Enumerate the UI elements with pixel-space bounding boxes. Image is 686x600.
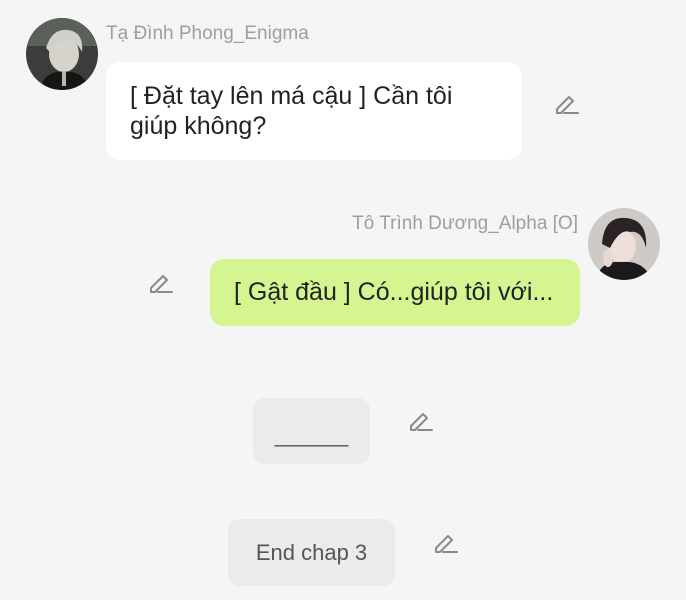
narration-bubble[interactable]: End chap 3 — [228, 519, 395, 586]
avatar-totrinhduong[interactable] — [588, 208, 660, 280]
avatar-tadinhphong[interactable] — [26, 18, 98, 90]
message-bubble[interactable]: [ Gật đầu ] Có...giúp tôi với... — [210, 259, 580, 326]
message-bubble[interactable]: [ Đặt tay lên má cậu ] Cần tôi giúp khôn… — [106, 62, 522, 160]
narration-bubble[interactable]: ______ — [253, 398, 370, 464]
sender-name: Tô Trình Dương_Alpha [O] — [352, 213, 578, 234]
pencil-edit-icon[interactable] — [406, 406, 434, 434]
pencil-edit-icon[interactable] — [431, 528, 459, 556]
pencil-edit-icon[interactable] — [552, 89, 580, 117]
pencil-edit-icon[interactable] — [146, 268, 174, 296]
sender-name: Tạ Đình Phong_Enigma — [106, 23, 309, 44]
